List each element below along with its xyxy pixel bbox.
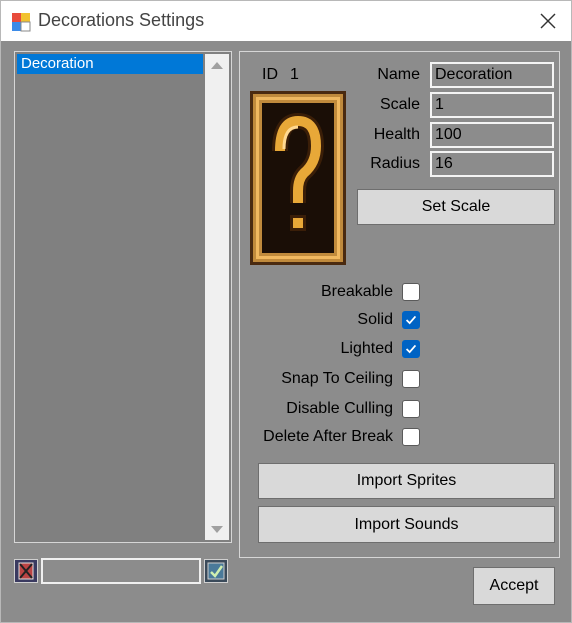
health-field[interactable]: 100 — [430, 122, 554, 148]
app-icon — [12, 13, 31, 32]
import-sprites-button[interactable]: Import Sprites — [258, 463, 555, 499]
name-label: Name — [377, 66, 420, 83]
disable-culling-checkbox[interactable] — [402, 400, 420, 418]
breakable-label: Breakable — [320, 283, 393, 300]
scale-label: Scale — [379, 96, 420, 113]
check-icon — [207, 562, 225, 580]
checkmark-icon — [405, 344, 417, 354]
scroll-down-arrow-icon[interactable] — [211, 526, 223, 533]
scale-field[interactable]: 1 — [430, 92, 554, 118]
lighted-label: Lighted — [340, 340, 394, 357]
window-title: Decorations Settings — [38, 10, 205, 30]
close-icon[interactable] — [537, 10, 559, 32]
name-field[interactable]: Decoration — [430, 62, 554, 88]
id-value: 1 — [290, 66, 299, 83]
delete-icon — [18, 562, 34, 580]
decoration-list-panel: Decoration — [14, 51, 232, 543]
import-sounds-button[interactable]: Import Sounds — [258, 506, 555, 543]
disable-culling-label: Disable Culling — [286, 400, 393, 417]
health-label: Health — [373, 126, 420, 143]
id-label: ID — [262, 66, 278, 83]
solid-label: Solid — [357, 311, 393, 328]
set-scale-button[interactable]: Set Scale — [357, 189, 555, 225]
list-scrollbar[interactable] — [205, 54, 229, 540]
confirm-add-button[interactable] — [204, 559, 228, 583]
checkmark-icon — [405, 315, 417, 325]
delete-button[interactable] — [14, 559, 38, 583]
list-item[interactable]: Decoration — [17, 54, 203, 74]
solid-checkbox[interactable] — [402, 311, 420, 329]
title-bar: Decorations Settings — [1, 1, 571, 41]
lighted-checkbox[interactable] — [402, 340, 420, 358]
breakable-checkbox[interactable] — [402, 283, 420, 301]
new-item-name-input[interactable] — [41, 558, 201, 584]
radius-field[interactable]: 16 — [430, 151, 554, 177]
delete-after-break-checkbox[interactable] — [402, 428, 420, 446]
scroll-up-arrow-icon[interactable] — [211, 62, 223, 69]
snap-to-ceiling-label: Snap To Ceiling — [281, 370, 393, 387]
radius-label: Radius — [370, 155, 420, 172]
decorations-settings-window: Decorations Settings Decoration ID 1 Nam… — [0, 0, 572, 623]
snap-to-ceiling-checkbox[interactable] — [402, 370, 420, 388]
delete-after-break-label: Delete After Break — [263, 428, 393, 445]
decoration-list[interactable]: Decoration — [17, 54, 203, 540]
decoration-sprite-preview — [250, 91, 346, 265]
accept-button[interactable]: Accept — [473, 567, 555, 605]
